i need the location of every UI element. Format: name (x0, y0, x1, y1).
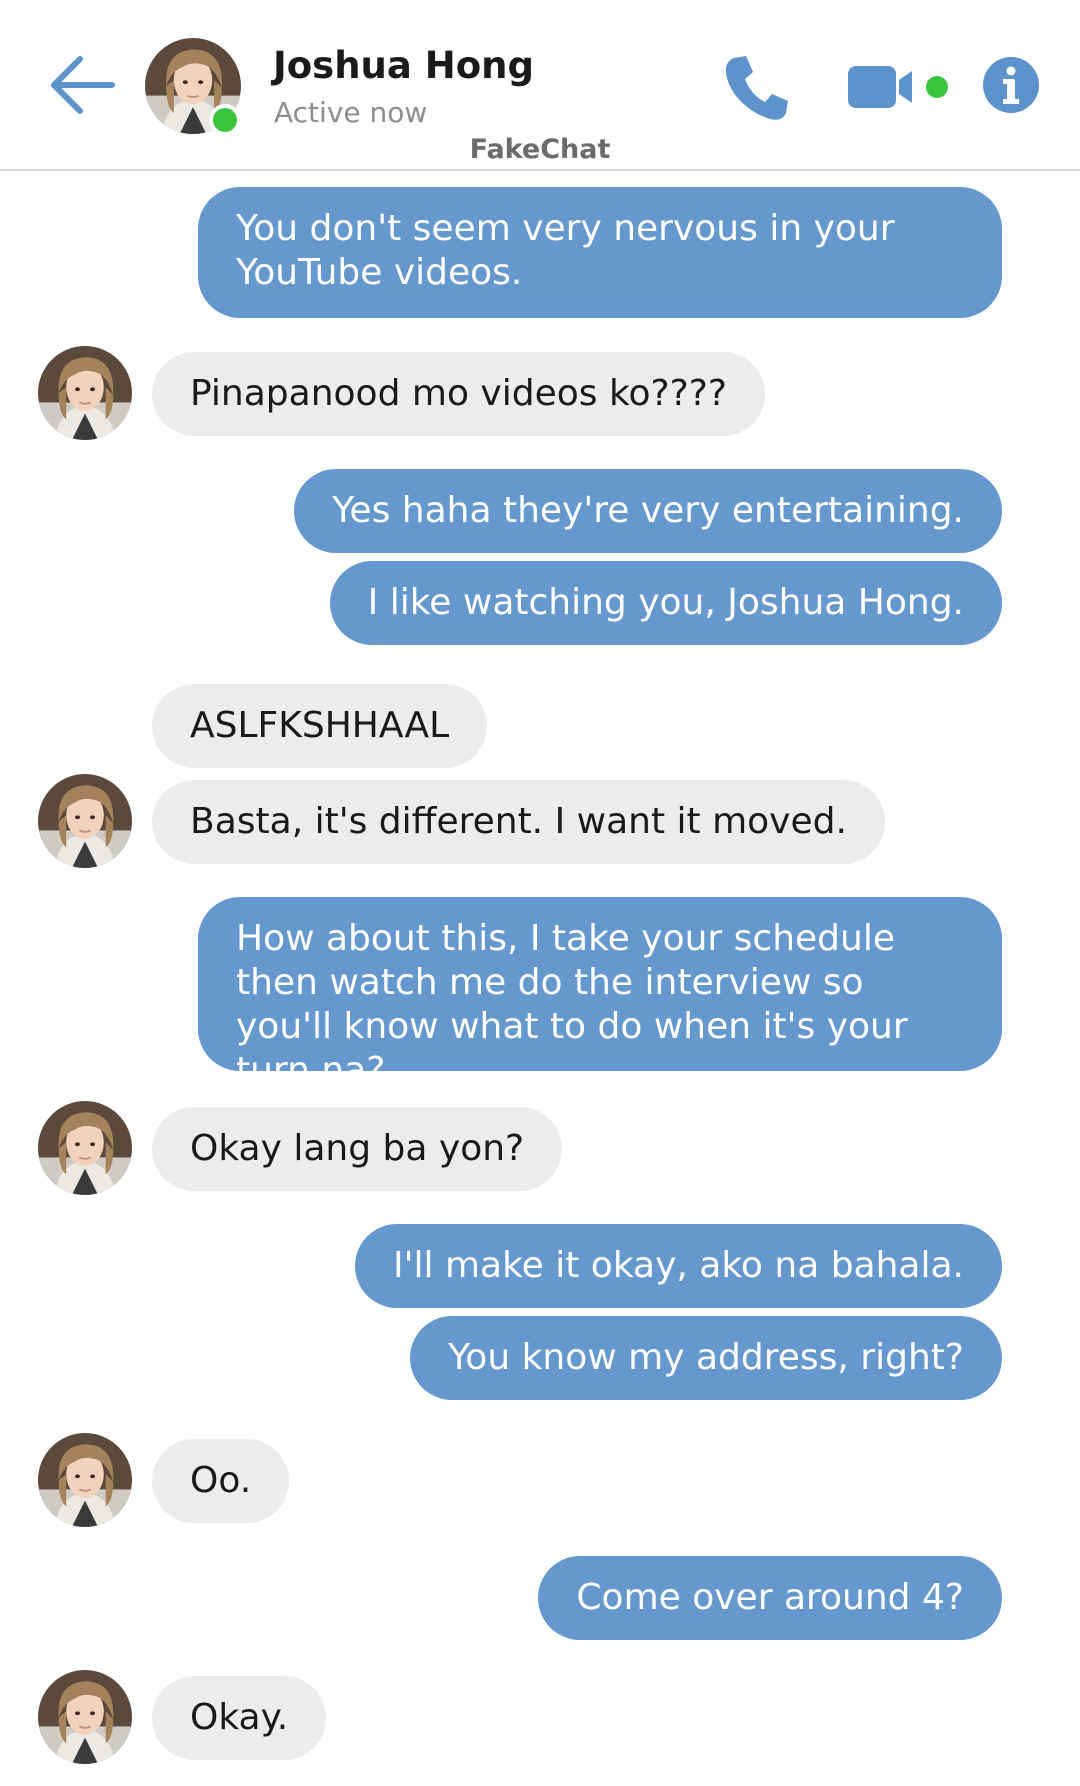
message-bubble-received[interactable]: Okay. (152, 1676, 327, 1760)
message-bubble-sent[interactable]: I'll make it okay, ako na bahala. (354, 1224, 1002, 1308)
message-bubble-sent[interactable]: You don't seem very nervous in your YouT… (198, 187, 1002, 318)
message-bubble-received[interactable]: Basta, it's different. I want it moved. (152, 780, 885, 864)
message-bubble-received[interactable]: Oo. (152, 1439, 290, 1523)
app-name-label: FakeChat (469, 134, 611, 165)
contact-avatar[interactable] (38, 774, 132, 868)
back-arrow-icon[interactable] (50, 50, 130, 120)
info-icon[interactable] (982, 56, 1040, 114)
message-bubble-received[interactable]: Pinapanood mo videos ko???? (152, 352, 765, 436)
contact-avatar[interactable] (38, 1101, 132, 1195)
chat-header: Joshua Hong Active now FakeChat (0, 0, 1080, 171)
phone-icon[interactable] (720, 52, 792, 124)
contact-status: Active now (274, 96, 428, 129)
message-bubble-sent[interactable]: How about this, I take your schedule the… (198, 897, 1002, 1091)
contact-avatar[interactable] (38, 1670, 132, 1764)
message-bubble-sent[interactable]: Come over around 4? (538, 1556, 1002, 1640)
contact-avatar[interactable] (38, 346, 132, 440)
message-bubble-received[interactable]: ASLFKSHHAAL (152, 684, 488, 768)
contact-avatar[interactable] (38, 1433, 132, 1527)
message-bubble-received[interactable]: Okay lang ba yon? (152, 1107, 563, 1191)
message-bubble-sent[interactable]: You know my address, right? (410, 1316, 1002, 1400)
video-camera-icon[interactable] (846, 60, 956, 116)
message-bubble-sent[interactable]: Yes haha they're very entertaining. (294, 469, 1002, 553)
online-status-dot (209, 104, 241, 136)
contact-name[interactable]: Joshua Hong (273, 44, 534, 87)
message-bubble-sent[interactable]: I like watching you, Joshua Hong. (329, 561, 1002, 645)
